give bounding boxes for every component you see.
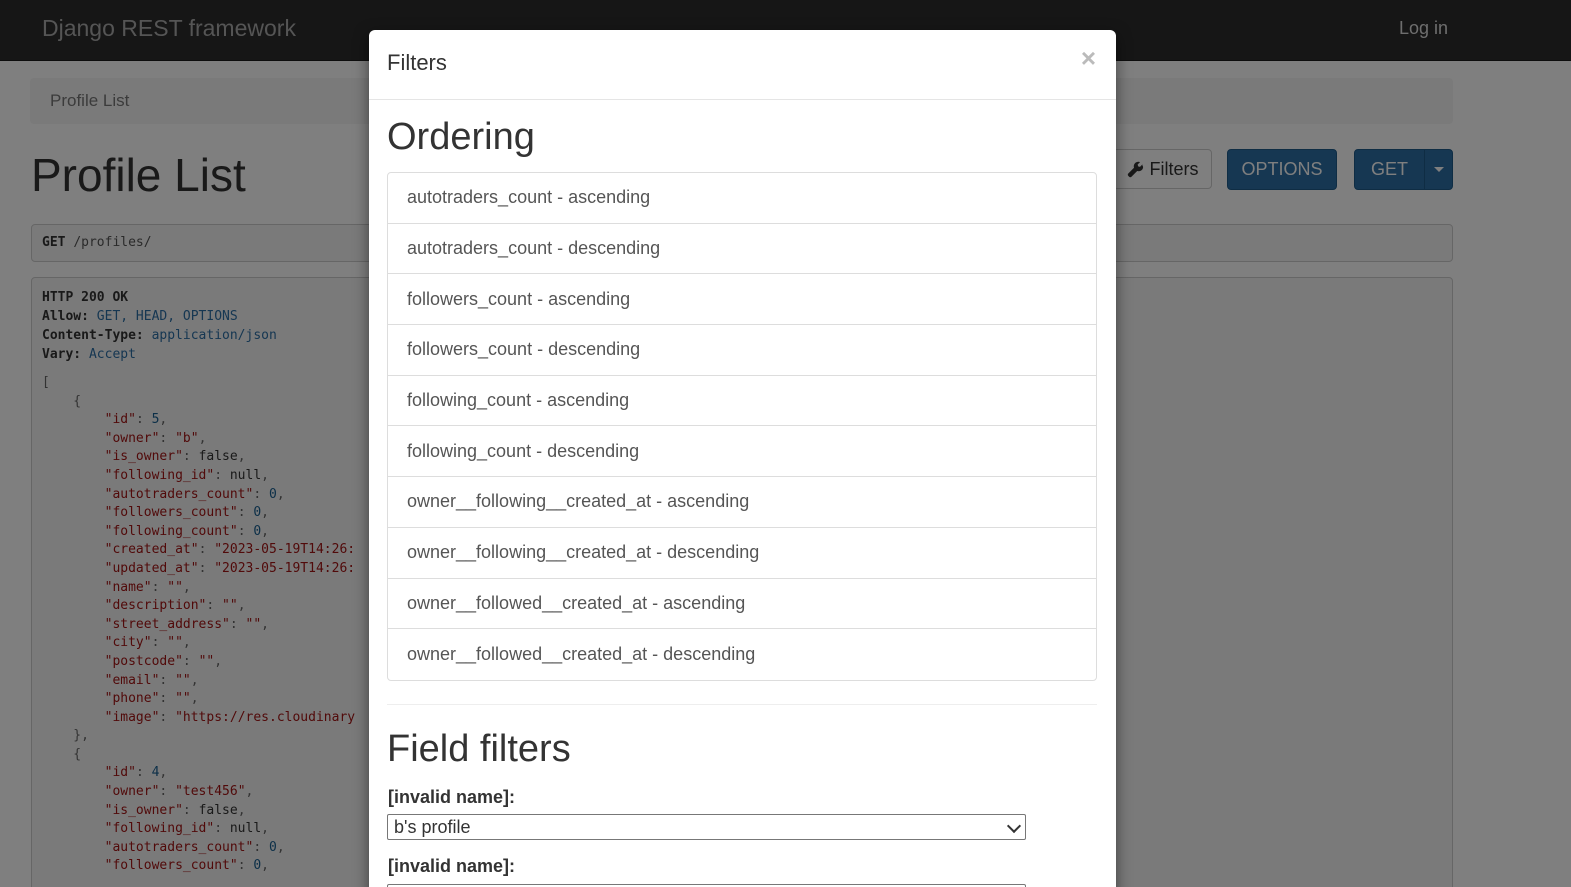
ordering-option[interactable]: owner__following__created_at - ascending: [388, 477, 1096, 528]
ordering-option[interactable]: autotraders_count - ascending: [388, 173, 1096, 224]
ordering-option[interactable]: autotraders_count - descending: [388, 224, 1096, 275]
field-filter-label: [invalid name]:: [388, 787, 516, 807]
page: Django REST framework Log in Profile Lis…: [0, 0, 1571, 887]
ordering-option[interactable]: following_count - descending: [388, 426, 1096, 478]
field-filters-heading: Field filters: [387, 728, 571, 770]
field-filter-select[interactable]: b's profile: [387, 814, 1026, 840]
ordering-option[interactable]: owner__followed__created_at - ascending: [388, 579, 1096, 630]
ordering-option[interactable]: owner__following__created_at - descendin…: [388, 528, 1096, 579]
divider: [387, 704, 1097, 705]
ordering-list: autotraders_count - ascending autotraders…: [387, 172, 1097, 681]
modal-title: Filters: [387, 50, 447, 75]
ordering-option[interactable]: followers_count - descending: [388, 325, 1096, 376]
ordering-option[interactable]: following_count - ascending: [388, 376, 1096, 427]
field-filter-select-value: b's profile: [394, 816, 471, 837]
modal-header: Filters ×: [369, 30, 1116, 100]
chevron-down-icon: [1006, 818, 1022, 834]
ordering-option[interactable]: owner__followed__created_at - descending: [388, 629, 1096, 680]
filters-modal: Filters × Ordering autotraders_count - a…: [369, 30, 1116, 887]
ordering-option[interactable]: followers_count - ascending: [388, 274, 1096, 326]
close-icon[interactable]: ×: [1081, 45, 1096, 71]
field-filter-label: [invalid name]:: [388, 856, 516, 876]
ordering-heading: Ordering: [387, 116, 535, 158]
